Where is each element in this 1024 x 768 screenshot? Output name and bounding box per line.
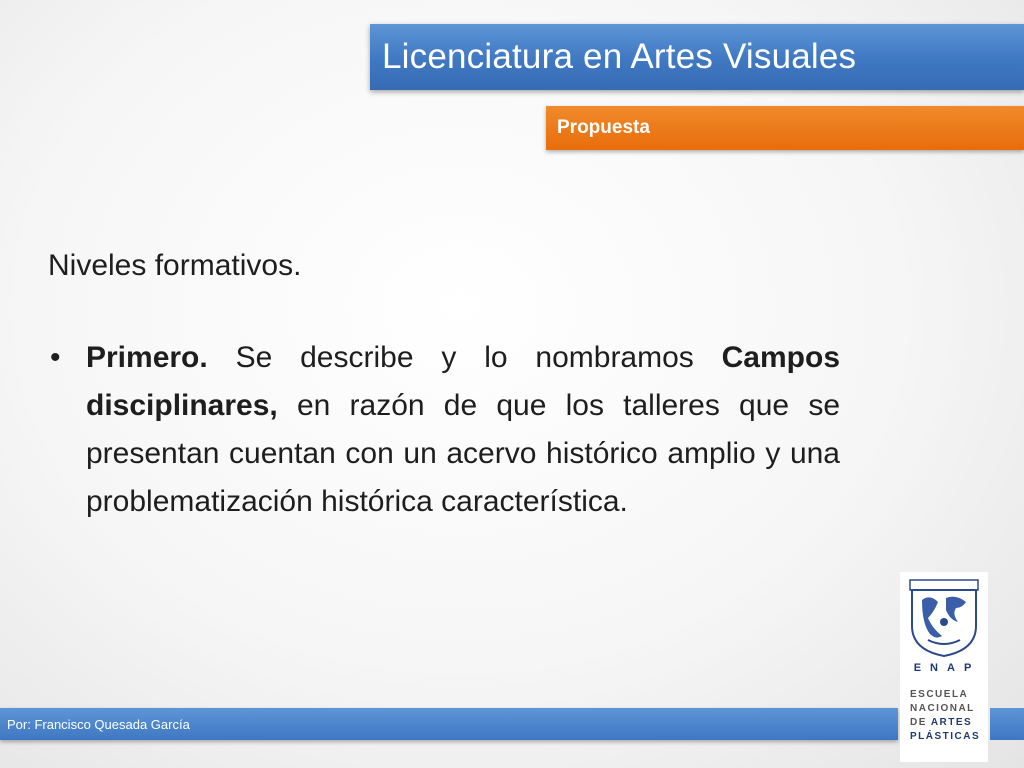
logo-line-3-strong: ARTES <box>930 717 973 728</box>
bullet-text: Primero. Se describe y lo nombramos Camp… <box>86 334 840 526</box>
title-bar: Licenciatura en Artes Visuales <box>370 24 1024 90</box>
bullet-lead: Primero. <box>86 341 208 374</box>
logo-line-2: NACIONAL <box>910 703 975 714</box>
bullet-icon: • <box>50 341 61 374</box>
section-bar: Propuesta <box>546 106 1024 150</box>
slide-title: Licenciatura en Artes Visuales <box>382 37 857 76</box>
logo-acronym: ENAP <box>913 662 981 674</box>
bullet-item: • Primero. Se describe y lo nombramos Ca… <box>48 334 840 526</box>
logo-line-3-prefix: DE <box>910 717 927 728</box>
bullet-text-part-1: Se describe y lo nombramos <box>207 341 722 374</box>
footer-author: Por: Francisco Quesada García <box>7 716 190 732</box>
slide-content: Niveles formativos. • Primero. Se descri… <box>48 246 840 526</box>
logo-line-4: PLÁSTICAS <box>910 731 981 742</box>
footer-bar-right <box>990 708 1024 740</box>
logo-name: ESCUELA NACIONAL DE ARTES PLÁSTICAS <box>910 688 980 744</box>
logo-line-1: ESCUELA <box>910 689 969 700</box>
footer-bar: Por: Francisco Quesada García <box>0 708 898 740</box>
logo-line-3: DE ARTES <box>910 716 980 730</box>
content-heading: Niveles formativos. <box>48 249 302 282</box>
enap-logo: ENAP ESCUELA NACIONAL DE ARTES PLÁSTICAS <box>900 572 988 762</box>
unam-shield-icon <box>909 579 979 658</box>
section-label: Propuesta <box>557 117 650 138</box>
